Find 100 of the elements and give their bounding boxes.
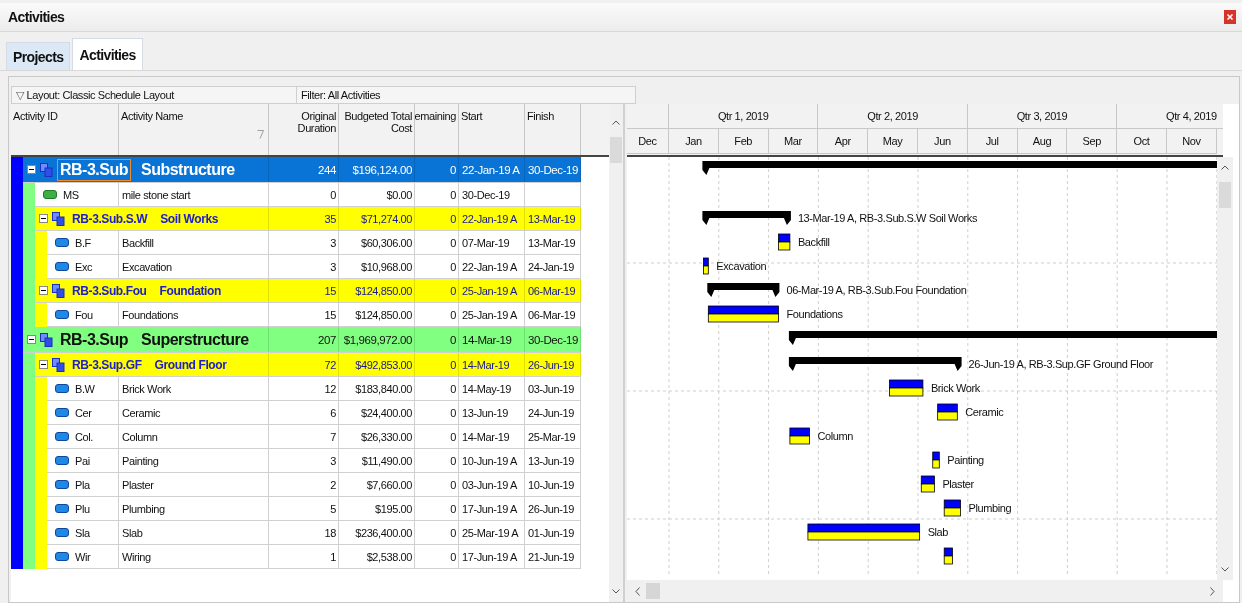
table-cell: 1 — [269, 545, 339, 568]
activity-id: MS — [63, 188, 79, 201]
column-header[interactable]: emaining — [414, 110, 456, 122]
table-cell: 14-Mar-19 — [462, 333, 512, 346]
activity-bar — [943, 547, 953, 565]
column-header[interactable]: Activity Name — [121, 110, 184, 122]
activity-icon — [55, 262, 69, 271]
column-header[interactable]: Original Duration — [271, 110, 336, 134]
wbs-row[interactable]: RB-3.Sup.GF Ground Floor 72 $492,853.00 0 14-Mar-19 26-Jun-19 — [35, 353, 581, 377]
table-cell: Foundations — [119, 303, 269, 326]
table-cell: 30-Dec-19 — [462, 188, 510, 201]
collapse-toggle[interactable] — [39, 214, 48, 223]
wbs-color-band — [35, 545, 47, 569]
collapse-toggle[interactable] — [39, 360, 48, 369]
collapse-toggle[interactable] — [39, 286, 48, 295]
activity-bar — [932, 451, 940, 469]
bar-label: 13-Mar-19 A, RB-3.Sub.S.W Soil Works — [797, 212, 978, 224]
scroll-down-icon[interactable] — [612, 589, 620, 594]
month-label: Dec — [638, 135, 657, 147]
table-cell: 0 — [415, 473, 459, 496]
tab[interactable]: Projects — [6, 42, 71, 70]
table-cell: $26,330.00 — [339, 425, 415, 448]
activity-row[interactable]: Pla Plaster 2 $7,660.00 0 03-Jun-19 A 10-Jun-19 — [47, 473, 581, 497]
scroll-thumb[interactable] — [646, 583, 660, 599]
activity-id: Exc — [75, 260, 93, 273]
quarter-label: Qtr 4, 2019 — [1166, 110, 1217, 122]
activity-row[interactable]: Wir Wiring 1 $2,538.00 0 17-Jun-19 A 21-Jun-19 — [47, 545, 581, 569]
scroll-up-icon[interactable] — [612, 120, 620, 125]
table-cell: 24-Jan-19 — [528, 260, 574, 273]
close-icon[interactable] — [1224, 10, 1236, 24]
activity-icon — [55, 480, 69, 489]
column-header[interactable]: Activity ID — [13, 110, 58, 122]
activity-id: Fou — [75, 308, 93, 321]
scroll-left-icon[interactable] — [635, 586, 640, 596]
filter-label[interactable]: Filter: All Activities — [301, 89, 381, 101]
scroll-thumb[interactable] — [610, 137, 622, 163]
table-cell: 12 — [269, 377, 339, 400]
month-label: Jun — [934, 135, 951, 147]
table-cell: 18 — [269, 521, 339, 544]
table-cell: 13-Mar-19 — [528, 212, 576, 225]
scrollbar[interactable] — [627, 580, 1223, 602]
activity-icon — [55, 456, 69, 465]
scroll-down-icon[interactable] — [1221, 567, 1229, 572]
scroll-right-icon[interactable] — [1210, 586, 1215, 596]
tab[interactable]: Activities — [72, 38, 143, 70]
table-cell: Excavation — [119, 255, 269, 278]
column-header[interactable]: Finish — [527, 110, 554, 122]
wbs-row[interactable]: RB-3.Sup Superstructure 207 $1,969,972.00 0 14-Mar-19 30-Dec-19 — [23, 327, 581, 353]
activity-row[interactable]: B.W Brick Work 12 $183,840.00 0 14-May-19 03-Jun-19 — [47, 377, 581, 401]
quarter-label: Qtr 2, 2019 — [867, 110, 918, 122]
table-cell: 13-Jun-19 — [528, 454, 574, 467]
table-cell: 14-Mar-19 — [462, 358, 510, 371]
month-label: Mar — [784, 135, 802, 147]
table-cell: Plaster — [119, 473, 269, 496]
activity-row[interactable]: Pai Painting 3 $11,490.00 0 10-Jun-19 A 13-Jun-19 — [47, 449, 581, 473]
activity-row[interactable]: Col. Column 7 $26,330.00 0 14-Mar-19 25-Mar-19 — [47, 425, 581, 449]
quarter-label: Qtr 3, 2019 — [1016, 110, 1068, 122]
scroll-up-icon[interactable] — [1221, 165, 1229, 170]
activity-row[interactable]: Sla Slab 18 $236,400.00 0 25-Mar-19 A 01-Jun-19 — [47, 521, 581, 545]
month-label: May — [882, 135, 903, 147]
table-cell: 244 — [269, 157, 339, 182]
activity-row[interactable]: Fou Foundations 15 $124,850.00 0 25-Jan-19 A 06-Mar-19 — [47, 303, 581, 327]
table-cell: 25-Mar-19 — [528, 430, 576, 443]
wbs-row[interactable]: RB-3.Sub.Fou Foundation 15 $124,850.00 0 25-Jan-19 A 06-Mar-19 — [35, 279, 581, 303]
table-cell: 7 — [269, 425, 339, 448]
table-cell: 14-Mar-19 — [462, 430, 510, 443]
table-cell: Column — [119, 425, 269, 448]
column-header[interactable]: Start — [461, 110, 483, 122]
activity-id: Pla — [75, 478, 90, 491]
activity-bar — [889, 379, 924, 397]
activity-row[interactable]: MS mile stone start 0 $0.00 0 30-Dec-19 — [35, 183, 581, 207]
table-cell: 01-Jun-19 — [528, 526, 574, 539]
layout-label[interactable]: Layout: Classic Schedule Layout — [26, 89, 174, 101]
wbs-row[interactable]: RB-3.Sub Substructure 244 $196,124.00 0 22-Jan-19 A 30-Dec-19 — [23, 157, 581, 183]
wbs-icon — [52, 211, 65, 226]
activity-bar — [703, 257, 709, 275]
bar-label: Plumbing — [968, 502, 1012, 514]
table-cell: 13-Mar-19 — [528, 236, 576, 249]
table-cell: 35 — [269, 207, 339, 230]
collapse-toggle[interactable] — [27, 335, 36, 344]
bar-label: Ceramic — [965, 406, 1004, 418]
scrollbar[interactable] — [609, 104, 625, 602]
activity-row[interactable]: Plu Plumbing 5 $195.00 0 17-Jun-19 A 26-Jun-19 — [47, 497, 581, 521]
layout-toggle[interactable]: ▽ — [16, 88, 24, 102]
month-label: Feb — [734, 135, 753, 147]
column-header[interactable]: Budgeted Total Cost — [341, 110, 412, 134]
wbs-code: RB-3.Sub.Fou — [71, 282, 148, 300]
table-cell: 0 — [415, 255, 459, 278]
table-cell: 10-Jun-19 — [528, 478, 574, 491]
month-label: Nov — [1182, 135, 1201, 147]
bar-label: Slab — [927, 526, 949, 538]
bar-label: Column — [817, 430, 854, 442]
scrollbar[interactable] — [1217, 157, 1233, 580]
activity-row[interactable]: B.F Backfill 3 $60,306.00 0 07-Mar-19 13-Mar-19 — [47, 231, 581, 255]
activity-icon — [55, 528, 69, 537]
activity-row[interactable]: Cer Ceramic 6 $24,400.00 0 13-Jun-19 24-Jun-19 — [47, 401, 581, 425]
table-cell: 17-Jun-19 A — [462, 550, 517, 563]
collapse-toggle[interactable] — [27, 165, 36, 174]
activity-row[interactable]: Exc Excavation 3 $10,968.00 0 22-Jan-19 A 24-Jan-19 — [47, 255, 581, 279]
wbs-row[interactable]: RB-3.Sub.S.W Soil Works 35 $71,274.00 0 22-Jan-19 A 13-Mar-19 — [35, 207, 581, 231]
